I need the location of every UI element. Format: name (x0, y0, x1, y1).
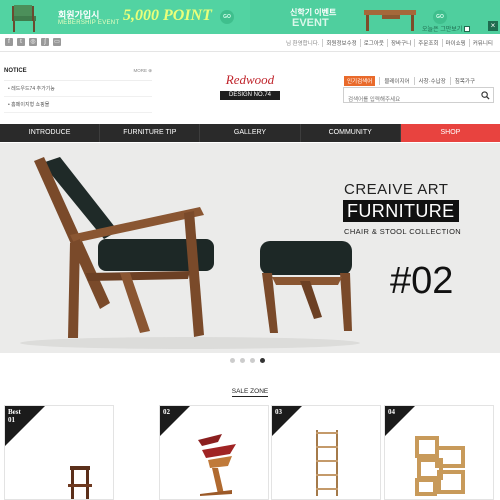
block-shelf-image (415, 436, 465, 496)
rank-label: 04 (388, 408, 395, 416)
popular-keywords: 인기검색어 블레이지어 사창·수납장 침목가구 (344, 76, 479, 86)
nav-community[interactable]: COMMUNITY (301, 124, 401, 142)
notice-item-label: 홈페이지형 쇼핑몰 (11, 102, 50, 108)
site-logo[interactable]: Redwood DESIGN NO.74 (218, 72, 282, 102)
slider-dot[interactable] (240, 358, 245, 363)
product-card[interactable]: 04 (384, 405, 494, 500)
rank-label: Best 01 (8, 408, 21, 424)
promo-subtitle: MEBERSHIP EVENT (58, 20, 120, 26)
slider-dots (230, 358, 265, 363)
edit-profile-link[interactable]: 회원정보수정 (322, 39, 359, 47)
popular-keyword[interactable]: 사창·수납장 (413, 77, 450, 85)
product-card[interactable]: 02 (159, 405, 269, 500)
community-link[interactable]: 커뮤니티 (468, 39, 496, 47)
kakaostory-icon[interactable]: ʃ (41, 38, 49, 46)
utility-bar: f t ◎ ʃ ▭ 님 환영합니다. 회원정보수정 로그아웃 장바구니 주문조회… (0, 34, 500, 52)
logo-script: Redwood (225, 72, 275, 87)
blog-icon[interactable]: ▭ (53, 38, 61, 46)
notice-item[interactable]: • 홈페이지형 쇼핑몰 (4, 97, 152, 113)
nav-shop[interactable]: SHOP (400, 124, 500, 142)
promo-points: 5,000 POINT (123, 7, 212, 24)
dismiss-today[interactable]: 오늘은 그만보기 (422, 24, 471, 33)
nav-introduce[interactable]: INTRODUCE (0, 124, 101, 142)
welcome-text: 님 환영합니다. (285, 41, 320, 47)
popular-badge: 인기검색어 (344, 76, 376, 86)
hero-slider[interactable]: CREAIVE ART FURNITURE CHAIR & STOOL COLL… (0, 143, 500, 353)
notice-box: NOTICE MORE ⊕ • 레드우드74 추가기능 • 홈페이지형 쇼핑몰 (4, 68, 152, 113)
account-links: 님 환영합니다. 회원정보수정 로그아웃 장바구니 주문조회 마이쇼핑 커뮤니티 (283, 39, 496, 47)
slider-dot[interactable] (250, 358, 255, 363)
desk-image (364, 10, 416, 31)
close-icon[interactable]: × (488, 21, 498, 31)
search-icon[interactable] (481, 91, 490, 100)
go-button[interactable]: GO (220, 10, 234, 24)
logo-tagline: DESIGN NO.74 (220, 91, 280, 100)
hero-number: #02 (390, 260, 454, 302)
dismiss-label: 오늘은 그만보기 (422, 27, 463, 33)
dismiss-checkbox[interactable] (464, 26, 471, 33)
nav-furniture-tip[interactable]: FURNITURE TIP (100, 124, 201, 142)
notice-item-label: 레드우드74 추가기능 (11, 86, 55, 92)
magazine-rack-image (198, 434, 236, 496)
product-grid: Best 01 02 03 04 (0, 405, 500, 500)
hero-headline: CREAIVE ART (344, 181, 449, 198)
notice-title: NOTICE (4, 68, 27, 74)
slider-dot[interactable] (230, 358, 235, 363)
my-shopping-link[interactable]: 마이쇼핑 (441, 39, 469, 47)
wooden-chair-image (68, 466, 92, 499)
rank-label: 02 (163, 408, 170, 416)
green-chair-image (12, 5, 36, 32)
popular-keyword[interactable]: 블레이지어 (379, 77, 413, 85)
notice-more-link[interactable]: MORE ⊕ (133, 68, 152, 74)
promo-subtitle: EVENT (292, 17, 329, 29)
bookshelf-image (316, 430, 338, 496)
search-input[interactable] (344, 93, 474, 107)
instagram-icon[interactable]: ◎ (29, 38, 37, 46)
nav-gallery[interactable]: GALLERY (200, 124, 301, 142)
product-card[interactable]: 03 (271, 405, 381, 500)
search-box (343, 87, 494, 107)
chair-stool-image (20, 157, 360, 349)
slider-dot-active[interactable] (260, 358, 265, 363)
twitter-icon[interactable]: t (17, 38, 25, 46)
semester-promo[interactable]: 신학기 이벤트 EVENT GO 오늘은 그만보기 × (250, 0, 500, 34)
sale-zone-header: SALE ZONE (0, 380, 500, 398)
facebook-icon[interactable]: f (5, 38, 13, 46)
top-banner: 회원가입시 MEBERSHIP EVENT 5,000 POINT GO 신학기… (0, 0, 500, 34)
sale-zone-title: SALE ZONE (231, 388, 269, 397)
membership-promo[interactable]: 회원가입시 MEBERSHIP EVENT 5,000 POINT GO (0, 0, 250, 34)
order-lookup-link[interactable]: 주문조회 (414, 39, 441, 47)
go-button[interactable]: GO (433, 10, 447, 24)
notice-list: • 레드우드74 추가기능 • 홈페이지형 쇼핑몰 (4, 80, 152, 113)
logout-link[interactable]: 로그아웃 (359, 39, 387, 47)
popular-keyword[interactable]: 침목가구 (449, 77, 479, 85)
social-links: f t ◎ ʃ ▭ (5, 38, 61, 46)
hero-subtitle: CHAIR & STOOL COLLECTION (344, 227, 462, 236)
cart-link[interactable]: 장바구니 (387, 39, 414, 47)
main-nav: INTRODUCE FURNITURE TIP GALLERY COMMUNIT… (0, 124, 500, 142)
notice-item[interactable]: • 레드우드74 추가기능 (4, 81, 152, 97)
hero-highlight: FURNITURE (343, 200, 459, 222)
rank-label: 03 (275, 408, 282, 416)
product-card[interactable]: Best 01 (4, 405, 114, 500)
